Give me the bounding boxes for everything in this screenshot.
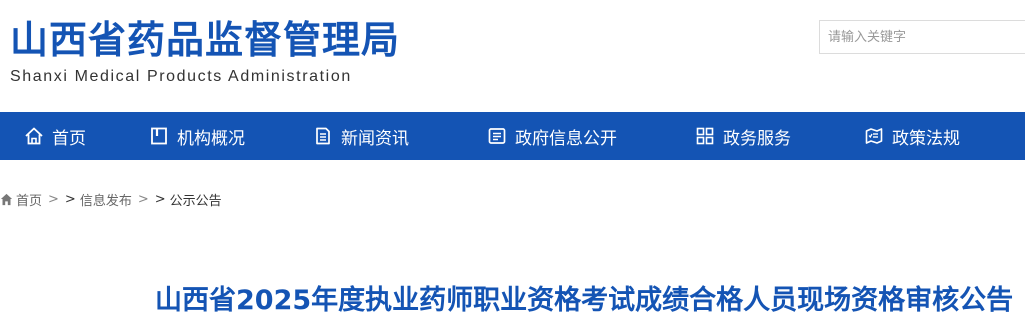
breadcrumb-home-link[interactable]: 首页 [16, 190, 42, 209]
breadcrumb: 首页 > > 信息发布 > > 公示公告 [0, 190, 222, 209]
nav-item-gov-info[interactable]: 政府信息公开 [487, 112, 617, 160]
breadcrumb-arrow: > [64, 192, 76, 207]
breadcrumb-separator: > [48, 192, 59, 207]
policy-icon [865, 128, 883, 144]
grid-icon [696, 127, 714, 145]
breadcrumb-home-icon [0, 193, 13, 206]
nav-item-services[interactable]: 政务服务 [695, 112, 791, 160]
site-logo-subtitle: Shanxi Medical Products Administration [10, 68, 352, 85]
home-icon [25, 127, 43, 145]
document-icon [151, 127, 167, 145]
search-input[interactable] [820, 21, 1025, 53]
news-icon [316, 127, 330, 145]
nav-item-policy-label: 政策法规 [892, 128, 960, 149]
nav-item-organization-label: 机构概况 [177, 128, 245, 149]
article-title: 山西省2025年度执业药师职业资格考试成绩合格人员现场资格审核公告 [155, 285, 1014, 316]
breadcrumb-separator: > [137, 192, 149, 207]
breadcrumb-arrow: > [154, 192, 166, 207]
nav-item-news-label: 新闻资讯 [341, 128, 409, 149]
main-nav: 首页 机构概况 新闻资讯 政府信息公开 政务服务 政策法规 [0, 112, 1025, 160]
nav-item-home-label: 首页 [52, 128, 86, 149]
nav-item-policy[interactable]: 政策法规 [864, 112, 960, 160]
nav-item-home[interactable]: 首页 [24, 112, 86, 160]
site-header: 山西省药品监督管理局 Shanxi Medical Products Admin… [0, 0, 1025, 112]
nav-item-services-label: 政务服务 [723, 128, 791, 149]
breadcrumb-level1-link[interactable]: 信息发布 [80, 190, 132, 209]
nav-item-organization[interactable]: 机构概况 [149, 112, 245, 160]
breadcrumb-current[interactable]: 公示公告 [170, 190, 222, 209]
site-logo-title[interactable]: 山西省药品监督管理局 [10, 18, 400, 62]
nav-item-gov-info-label: 政府信息公开 [515, 128, 617, 149]
info-board-icon [488, 128, 506, 144]
search-box[interactable] [819, 20, 1025, 54]
nav-item-news[interactable]: 新闻资讯 [313, 112, 409, 160]
